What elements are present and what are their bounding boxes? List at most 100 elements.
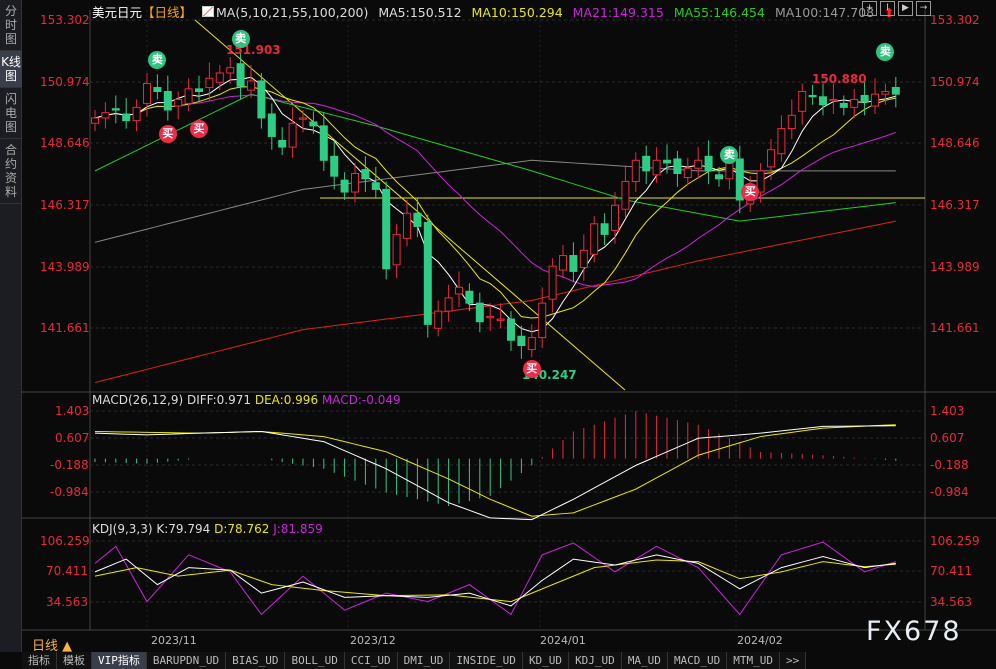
candle-body bbox=[673, 158, 682, 175]
candle-body bbox=[767, 149, 775, 168]
kdj-k: K:79.794 bbox=[156, 522, 211, 536]
indicator-tab[interactable]: VIP指标 bbox=[92, 652, 147, 669]
ma10-line bbox=[94, 86, 896, 319]
candle-body bbox=[278, 139, 287, 148]
indicator-tab[interactable]: KDJ_UD bbox=[569, 652, 622, 669]
indicator-tab[interactable]: BARUPDN_UD bbox=[147, 652, 227, 669]
candle-body bbox=[444, 297, 453, 312]
candle-body bbox=[871, 93, 879, 107]
macd-title: MACD(26,12,9) bbox=[92, 393, 184, 407]
date-label-1: 2023/12 bbox=[350, 634, 396, 647]
high-label-2: 150.880 bbox=[812, 72, 867, 86]
ma100-value: MA100:147.708 bbox=[774, 5, 875, 20]
candle-body bbox=[247, 80, 255, 91]
candle-body bbox=[91, 117, 99, 124]
indicator-tab[interactable]: DMI_UD bbox=[398, 652, 451, 669]
symbol-name: 美元日元 bbox=[92, 5, 143, 20]
date-label-2: 2024/01 bbox=[540, 634, 586, 647]
price-axis-right-5: 141.661 bbox=[930, 321, 980, 335]
price-axis-right-3: 146.317 bbox=[930, 198, 980, 212]
ma21-line bbox=[94, 94, 896, 288]
candle-body bbox=[403, 212, 411, 239]
chart-toolbar: + I ▶ → bbox=[862, 1, 931, 16]
candle-body bbox=[163, 90, 172, 111]
indicator-tab[interactable]: CCI_UD bbox=[345, 652, 398, 669]
zoom-range-button[interactable]: I bbox=[880, 1, 895, 16]
candle-body bbox=[694, 159, 703, 169]
crosshair-button[interactable]: + bbox=[862, 1, 877, 16]
scroll-end-button[interactable]: → bbox=[916, 1, 931, 16]
ma5-line bbox=[94, 76, 896, 333]
price-axis-right-0: 153.302 bbox=[930, 13, 980, 27]
candle-body bbox=[777, 128, 786, 155]
buy-signal-icon: 买 bbox=[158, 124, 177, 143]
candle-body bbox=[267, 113, 276, 137]
candle-body bbox=[330, 155, 339, 177]
indicator-tab[interactable]: 模板 bbox=[57, 652, 92, 669]
candle-body bbox=[829, 98, 838, 102]
play-button[interactable]: ▶ bbox=[898, 1, 913, 16]
indicator-tab[interactable]: INSIDE_UD bbox=[450, 652, 523, 669]
candle-body bbox=[652, 159, 661, 176]
candle-body bbox=[631, 159, 640, 182]
indicator-tab[interactable]: MA_UD bbox=[622, 652, 668, 669]
price-axis-right-1: 150.974 bbox=[930, 75, 980, 89]
candle-body bbox=[600, 223, 609, 235]
price-axis-left-1: 150.974 bbox=[40, 75, 90, 89]
kdj-header: KDJ(9,3,3) K:79.794 D:78.762 J:81.859 bbox=[92, 522, 323, 536]
macd-diff: DIFF:0.971 bbox=[186, 393, 252, 407]
macd-header: MACD(26,12,9) DIFF:0.971 DEA:0.996 MACD:… bbox=[92, 393, 401, 407]
candle-body bbox=[226, 67, 235, 74]
candle-body bbox=[319, 125, 328, 161]
ma-chart-icon bbox=[202, 6, 215, 17]
candle-body bbox=[215, 72, 224, 83]
price-axis-left-4: 143.989 bbox=[40, 260, 90, 274]
macd-value: MACD:-0.049 bbox=[321, 393, 401, 407]
price-axis-left-0: 153.302 bbox=[40, 13, 90, 27]
buy-signal-icon: 买 bbox=[190, 119, 208, 138]
macd-axis-right-3: -0.984 bbox=[930, 485, 969, 499]
indicator-tab[interactable]: >> bbox=[780, 652, 807, 669]
indicator-tab[interactable]: KD_UD bbox=[523, 652, 570, 669]
kdj-axis-right-2: 34.563 bbox=[930, 595, 972, 609]
candle-body bbox=[174, 98, 183, 107]
indicator-tab[interactable]: 指标 bbox=[22, 652, 57, 669]
candle-body bbox=[579, 249, 588, 268]
candle-body bbox=[434, 310, 443, 329]
candle-body bbox=[361, 169, 370, 180]
indicator-tab[interactable]: MTM_UD bbox=[727, 652, 781, 669]
candle-body bbox=[382, 188, 391, 270]
candle-body bbox=[819, 96, 827, 106]
kdj-axis-1: 70.411 bbox=[46, 564, 88, 578]
candle-body bbox=[704, 155, 713, 172]
macd-axis-right-2: -0.188 bbox=[930, 458, 969, 472]
candle-body bbox=[527, 337, 536, 350]
indicator-tab[interactable]: BIAS_UD bbox=[226, 652, 286, 669]
chart-canvas[interactable] bbox=[0, 0, 996, 669]
indicator-tab[interactable]: BOLL_UD bbox=[285, 652, 345, 669]
candle-body bbox=[621, 180, 630, 210]
macd-dea: DEA:0.996 bbox=[254, 393, 319, 407]
macd-diff-line bbox=[94, 425, 896, 521]
ma-params: MA(5,10,21,55,100,200) bbox=[216, 5, 369, 20]
price-axis-left-2: 148.646 bbox=[40, 136, 90, 150]
candle-body bbox=[392, 233, 401, 266]
macd-axis-right-0: 1.403 bbox=[930, 404, 965, 418]
candle-body bbox=[371, 182, 380, 190]
macd-axis-0: 1.403 bbox=[55, 404, 90, 418]
candle-body bbox=[642, 155, 651, 172]
candle-body bbox=[611, 204, 619, 231]
candle-body bbox=[486, 315, 495, 319]
candle-body bbox=[517, 335, 526, 347]
kdj-axis-right-0: 106.259 bbox=[930, 534, 980, 548]
candle-body bbox=[808, 94, 817, 98]
macd-axis-2: -0.188 bbox=[50, 458, 89, 472]
date-label-0: 2023/11 bbox=[151, 634, 197, 647]
price-axis-right-4: 143.989 bbox=[930, 260, 980, 274]
candle-body bbox=[236, 63, 245, 87]
macd-axis-3: -0.984 bbox=[50, 485, 89, 499]
indicator-tab[interactable]: MACD_UD bbox=[668, 652, 728, 669]
candle-body bbox=[663, 159, 671, 164]
kdj-j: J:81.859 bbox=[273, 522, 323, 536]
candle-body bbox=[496, 318, 505, 321]
